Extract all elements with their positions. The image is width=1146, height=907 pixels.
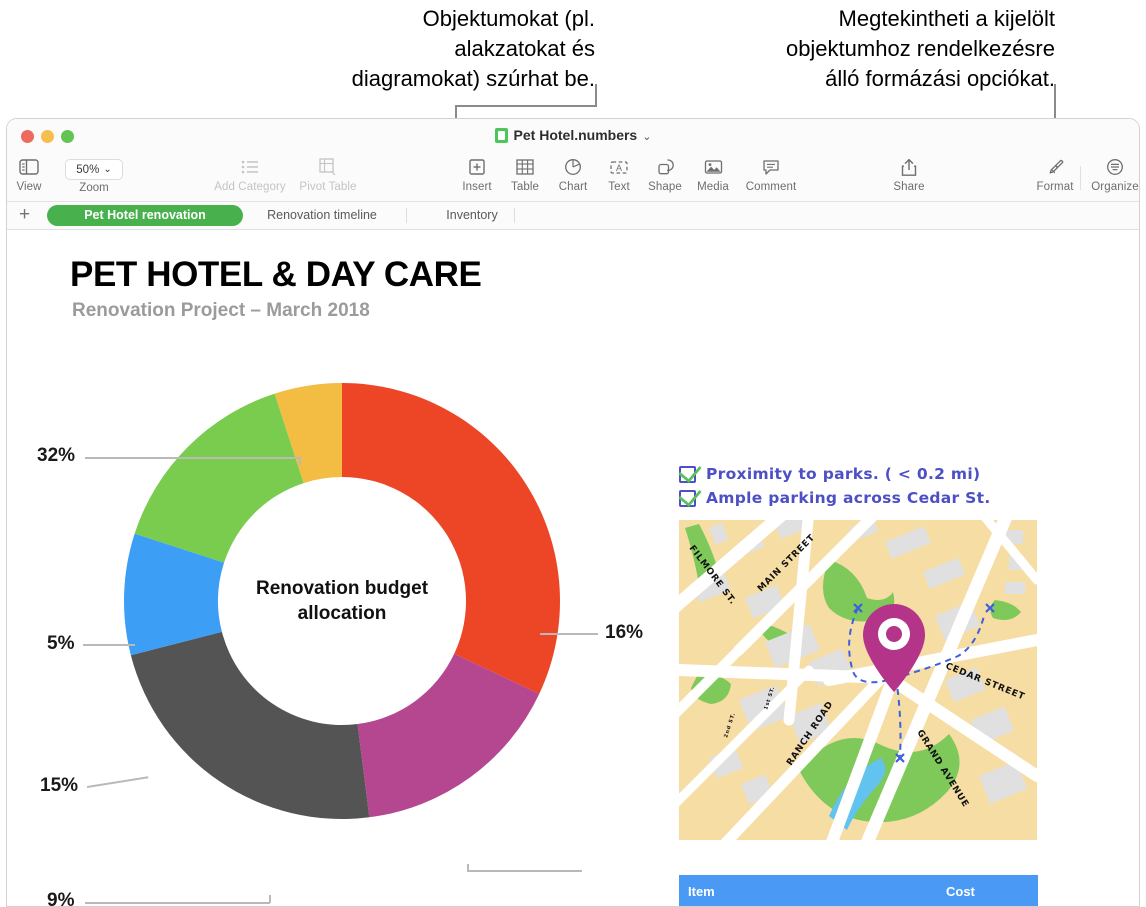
sheet-tab-renovation-timeline[interactable]: Renovation timeline: [247, 205, 397, 226]
leader-tick-labor: [467, 864, 469, 872]
comment-icon: [731, 156, 811, 178]
checkbox-checked-icon: [679, 465, 696, 483]
toolbar-organize-button[interactable]: Organize: [1075, 156, 1139, 193]
sidebar-icon: [7, 156, 69, 178]
toolbar-zoom-label: Zoom: [79, 182, 109, 194]
sheet-heading: PET HOTEL & DAY CARE: [70, 255, 482, 294]
location-map-image[interactable]: FILMORE ST. MAIN STREET CEDAR STREET GRA…: [679, 520, 1037, 840]
toolbar-add-category-label: Add Category: [214, 181, 286, 193]
pct-label-fixtures: 16%: [605, 622, 644, 643]
sheet-tab-pet-hotel-renovation[interactable]: Pet Hotel renovation: [47, 205, 243, 226]
leader-line-cabinetry: [85, 457, 300, 459]
callout-left-line-tick: [455, 105, 457, 119]
svg-text:A: A: [616, 163, 622, 173]
leader-tick-design: [269, 895, 271, 903]
pivot-table-icon: [288, 156, 368, 178]
toolbar-pivot-table-label: Pivot Table: [299, 181, 357, 193]
note-text: Proximity to parks. ( < 0.2 mi): [706, 465, 981, 483]
leader-tick-cabinetry: [299, 457, 301, 465]
pct-label-plumbing: 5%: [47, 633, 75, 654]
handwritten-notes: Proximity to parks. ( < 0.2 mi) Ample pa…: [679, 462, 1049, 510]
numbers-window: Pet Hotel.numbers ⌄ View 50% ⌄ Zoom Add …: [6, 118, 1140, 907]
zoom-value: 50%: [76, 163, 100, 176]
document-title-text: Pet Hotel.numbers: [513, 127, 638, 143]
toolbar-add-category-button[interactable]: Add Category: [210, 156, 290, 193]
donut-chart-svg: [124, 383, 560, 819]
leader-line-labor: [467, 870, 582, 872]
pct-label-design: 9%: [47, 890, 75, 907]
document-title[interactable]: Pet Hotel.numbers ⌄: [7, 127, 1139, 143]
main-toolbar: View 50% ⌄ Zoom Add Category Pivot Table…: [7, 154, 1139, 202]
map-svg: FILMORE ST. MAIN STREET CEDAR STREET GRA…: [679, 520, 1037, 840]
column-header-cost[interactable]: Cost: [937, 875, 1038, 906]
sheet-tab-inventory[interactable]: Inventory: [417, 205, 527, 226]
toolbar-comment-label: Comment: [745, 181, 797, 193]
chevron-down-icon[interactable]: ⌄: [642, 131, 651, 143]
toolbar-pivot-table-button[interactable]: Pivot Table: [288, 156, 368, 193]
note-item-parking: Ample parking across Cedar St.: [679, 486, 1049, 510]
callout-insert-objects-text: Objektumokat (pl. alakzatokat és diagram…: [351, 6, 595, 91]
note-text: Ample parking across Cedar St.: [706, 489, 991, 507]
callout-left-line-vertical: [595, 84, 597, 106]
callout-left-line-horizontal: [455, 105, 597, 107]
sheet-subheading: Renovation Project – March 2018: [72, 300, 370, 321]
sheet-canvas[interactable]: PET HOTEL & DAY CARE Renovation Project …: [7, 230, 1139, 907]
toolbar-view-label: View: [16, 181, 42, 193]
sheet-tab-divider: [406, 208, 407, 223]
leader-line-fixtures: [540, 633, 598, 635]
table-header-row: Item Cost: [679, 875, 1038, 906]
organize-icon: [1075, 156, 1139, 178]
toolbar-share-button[interactable]: Share: [869, 156, 949, 193]
note-item-proximity: Proximity to parks. ( < 0.2 mi): [679, 462, 1049, 486]
toolbar-share-label: Share: [893, 181, 925, 193]
pct-label-cabinetry: 32%: [37, 445, 76, 466]
window-titlebar: Pet Hotel.numbers ⌄: [7, 119, 1139, 154]
toolbar-comment-button[interactable]: Comment: [731, 156, 811, 193]
checkbox-checked-icon: [679, 489, 696, 507]
pct-label-flooring: 15%: [40, 775, 79, 796]
zoom-select[interactable]: 50% ⌄: [65, 159, 123, 180]
sheet-tab-bar: + Pet Hotel renovation Renovation timeli…: [7, 202, 1139, 230]
numbers-document-icon: [494, 128, 508, 143]
leader-line-plumbing: [83, 644, 135, 646]
sheet-tab-divider: [514, 208, 515, 223]
donut-slice-cabinetry[interactable]: [342, 383, 560, 694]
callout-format-options-text: Megtekintheti a kijelölt objektumhoz ren…: [785, 6, 1055, 91]
toolbar-view-button[interactable]: View: [7, 156, 69, 193]
add-sheet-button[interactable]: +: [19, 205, 30, 225]
leader-line-design: [85, 902, 270, 904]
donut-slice-labor[interactable]: [130, 631, 370, 819]
toolbar-organize-label: Organize: [1091, 181, 1139, 193]
budget-donut-chart[interactable]: Renovation budget allocation: [117, 376, 567, 826]
cost-table[interactable]: Item Cost Design consultation fees $1,50…: [679, 875, 1038, 906]
list-icon: [210, 156, 290, 178]
share-icon: [869, 156, 949, 178]
chevron-down-icon: ⌄: [103, 164, 112, 175]
column-header-item[interactable]: Item: [679, 875, 938, 906]
donut-slice-flooring[interactable]: [134, 393, 304, 563]
